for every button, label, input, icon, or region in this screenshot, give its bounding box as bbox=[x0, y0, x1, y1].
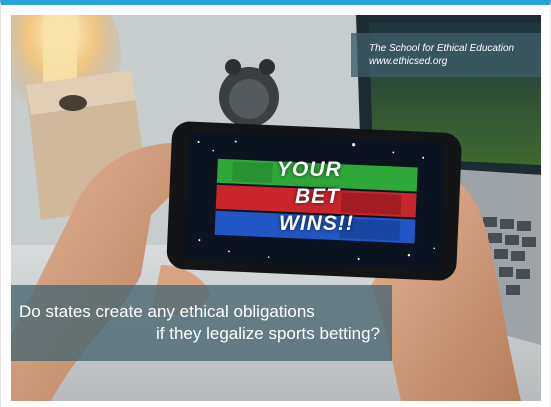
phone-text-your: YOUR bbox=[277, 158, 342, 181]
phone-text-bet: BET bbox=[295, 185, 340, 208]
image-frame: YOUR BET WINS!! The School for Ethical E… bbox=[0, 0, 551, 407]
photo: YOUR BET WINS!! The School for Ethical E… bbox=[11, 15, 541, 401]
credit-url: www.ethicsed.org bbox=[369, 56, 448, 67]
credit-box: The School for Ethical Education www.eth… bbox=[351, 33, 541, 77]
caption-line-1: Do states create any ethical obligations bbox=[19, 302, 315, 321]
caption-box: Do states create any ethical obligations… bbox=[11, 285, 392, 361]
phone-text-wins: WINS!! bbox=[279, 212, 354, 235]
caption-line-2: if they legalize sports betting? bbox=[156, 324, 380, 343]
credit-name: The School for Ethical Education bbox=[369, 43, 515, 54]
